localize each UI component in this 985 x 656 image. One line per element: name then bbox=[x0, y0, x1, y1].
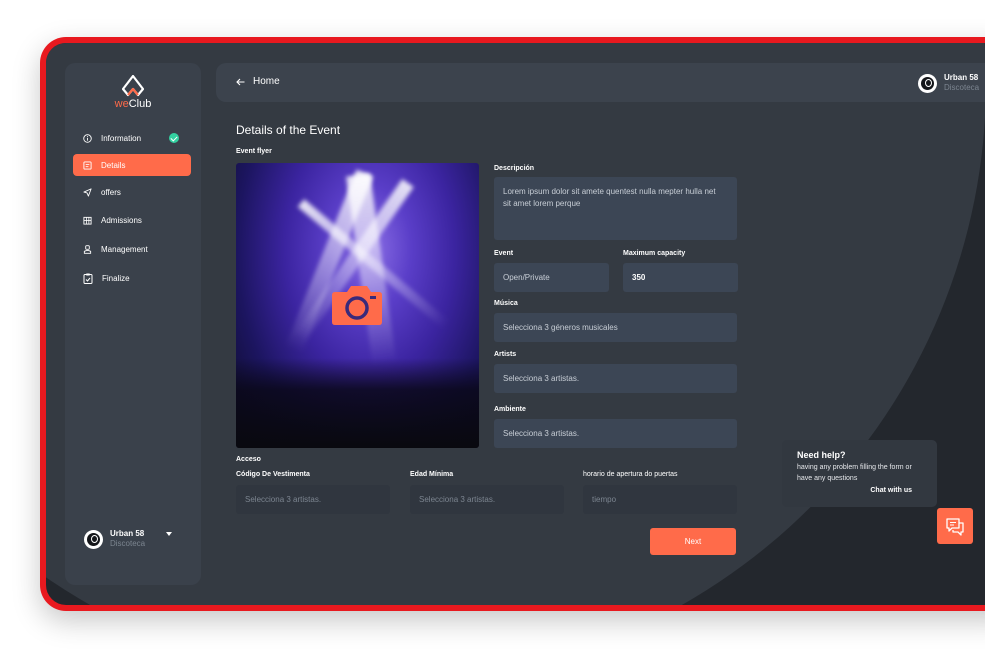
capacity-label: Maximum capacity bbox=[623, 250, 686, 257]
header-user[interactable]: Urban 58 Discoteca bbox=[918, 73, 979, 93]
arrow-left-icon bbox=[236, 78, 245, 85]
ambience-select[interactable]: Selecciona 3 artistas. bbox=[494, 419, 737, 448]
user-name: Urban 58 bbox=[944, 73, 979, 82]
crowd-silhouette bbox=[236, 358, 479, 448]
description-textarea[interactable]: Lorem ipsum dolor sit amete quentest nul… bbox=[494, 177, 737, 240]
help-text: having any problem filling the form or h… bbox=[797, 464, 912, 482]
logo-name: Club bbox=[128, 98, 152, 110]
chat-button[interactable] bbox=[937, 508, 973, 544]
sidebar-item-finalize[interactable]: Finalize bbox=[73, 267, 191, 289]
dress-code-label: Código De Vestimenta bbox=[236, 471, 310, 478]
next-button[interactable]: Next bbox=[650, 528, 736, 555]
flyer-label: Event flyer bbox=[236, 148, 272, 155]
sidebar-item-label: Finalize bbox=[102, 273, 130, 283]
sidebar-item-management[interactable]: Management bbox=[73, 238, 191, 260]
help-title: Need help? bbox=[797, 450, 846, 460]
avatar bbox=[918, 73, 937, 93]
sidebar-item-offers[interactable]: offers bbox=[73, 181, 191, 203]
artists-select[interactable]: Selecciona 3 artistas. bbox=[494, 364, 737, 393]
device-frame: weClub Information Details offers Admiss… bbox=[40, 37, 985, 611]
sidebar-item-details[interactable]: Details bbox=[73, 154, 191, 176]
capacity-input[interactable]: 350 bbox=[623, 263, 738, 292]
building-icon bbox=[83, 216, 92, 225]
access-label: Acceso bbox=[236, 456, 261, 463]
sidebar-item-admissions[interactable]: Admissions bbox=[73, 209, 191, 231]
user-type: Discoteca bbox=[110, 539, 146, 548]
info-icon bbox=[83, 133, 92, 143]
sidebar-user-menu[interactable]: Urban 58 Discoteca bbox=[84, 529, 173, 549]
page-title: Details of the Event bbox=[236, 123, 341, 137]
event-flyer-upload[interactable] bbox=[236, 163, 479, 448]
chevron-down-icon[interactable] bbox=[166, 532, 173, 536]
camera-icon[interactable] bbox=[331, 284, 383, 326]
sidebar: weClub Information Details offers Admiss… bbox=[65, 63, 201, 585]
chat-with-us-link[interactable]: Chat with us bbox=[870, 487, 912, 494]
logo-prefix: we bbox=[114, 98, 129, 110]
help-panel: Need help? having any problem filling th… bbox=[782, 440, 937, 507]
check-icon bbox=[169, 133, 179, 143]
event-type-select[interactable]: Open/Private bbox=[494, 263, 609, 292]
chat-icon bbox=[946, 517, 964, 536]
ambience-label: Ambiente bbox=[494, 406, 526, 413]
sidebar-item-information[interactable]: Information bbox=[73, 127, 191, 149]
music-label: Música bbox=[494, 300, 518, 307]
app-screen: weClub Information Details offers Admiss… bbox=[46, 43, 985, 605]
logo-text: weClub bbox=[65, 98, 201, 110]
back-home-label: Home bbox=[253, 76, 280, 87]
door-time-label: horario de apertura do puertas bbox=[583, 471, 678, 478]
sidebar-item-label: Admissions bbox=[101, 215, 142, 225]
sidebar-item-label: Management bbox=[101, 244, 148, 254]
dress-code-select[interactable]: Selecciona 3 artistas. bbox=[236, 485, 390, 514]
artists-label: Artists bbox=[494, 351, 517, 358]
user-icon bbox=[83, 244, 92, 254]
sidebar-item-label: Details bbox=[101, 160, 126, 170]
document-icon bbox=[83, 160, 92, 170]
sidebar-item-label: Information bbox=[101, 133, 142, 143]
avatar bbox=[84, 529, 103, 549]
music-select[interactable]: Selecciona 3 géneros musicales bbox=[494, 313, 737, 342]
clipboard-check-icon bbox=[83, 273, 93, 284]
send-icon bbox=[83, 187, 92, 197]
sidebar-item-label: offers bbox=[101, 187, 121, 197]
logo: weClub bbox=[65, 75, 201, 110]
description-label: Descripción bbox=[494, 165, 535, 172]
user-name: Urban 58 bbox=[110, 529, 145, 538]
min-age-label: Edad Mínima bbox=[410, 471, 454, 478]
min-age-select[interactable]: Selecciona 3 artistas. bbox=[410, 485, 564, 514]
top-bar: Home Urban 58 Discoteca bbox=[216, 63, 985, 102]
door-time-input[interactable]: tiempo bbox=[583, 485, 737, 514]
weclub-logo-icon bbox=[122, 75, 144, 97]
user-type: Discoteca bbox=[944, 83, 980, 92]
back-home-link[interactable]: Home bbox=[236, 76, 280, 87]
event-label: Event bbox=[494, 250, 514, 257]
